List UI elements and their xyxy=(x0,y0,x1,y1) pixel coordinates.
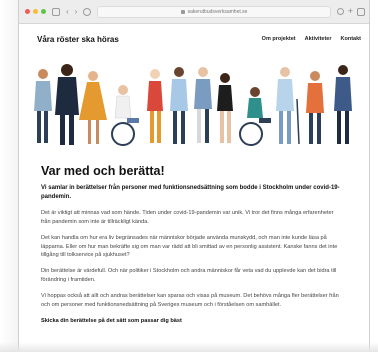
site-header: Våra röster ska höras Om projektet Aktiv… xyxy=(19,24,369,54)
article-paragraph: Det kan handla om hur era liv begränsade… xyxy=(41,235,338,258)
window-controls xyxy=(25,9,46,14)
browser-toolbar: ‹ › sakerutbudsverksamhet.se + xyxy=(19,0,369,24)
share-icon[interactable] xyxy=(336,8,344,15)
main-nav: Om projektet Aktiviteter Kontakt xyxy=(262,36,361,42)
hero-illustration-people xyxy=(34,64,352,146)
address-bar[interactable]: sakerutbudsverksamhet.se xyxy=(97,5,331,18)
close-window-button[interactable] xyxy=(25,9,30,14)
article-lede: Vi samlar in berättelser från personer m… xyxy=(41,185,340,200)
screen-edge-shadow xyxy=(0,0,18,352)
lock-icon xyxy=(180,9,185,14)
article: Var med och berätta! Vi samlar in berätt… xyxy=(41,156,341,324)
address-bar-url: sakerutbudsverksamhet.se xyxy=(187,8,248,15)
privacy-shield-icon[interactable] xyxy=(83,7,92,16)
person-in-wheelchair-figure xyxy=(239,87,271,146)
article-subheading: Skicka din berättelse på det sätt som pa… xyxy=(41,317,182,324)
forward-icon[interactable]: › xyxy=(75,7,78,16)
article-paragraph: Vi hoppas också att allt och andras berä… xyxy=(41,293,339,308)
nav-link-about[interactable]: Om projektet xyxy=(262,36,296,42)
tab-overview-icon[interactable] xyxy=(357,7,365,16)
zoom-window-button[interactable] xyxy=(41,9,46,14)
person-figure xyxy=(306,71,324,144)
person-figure xyxy=(55,64,79,145)
person-figure xyxy=(79,71,107,144)
site-title[interactable]: Våra röster ska höras xyxy=(37,35,119,44)
person-in-wheelchair-figure xyxy=(111,85,139,146)
person-figure xyxy=(147,69,163,143)
browser-window: ‹ › sakerutbudsverksamhet.se + Våra röst… xyxy=(18,0,370,352)
toolbar-actions: + xyxy=(336,7,365,16)
sidebar-toggle-icon[interactable] xyxy=(52,7,60,16)
minimize-window-button[interactable] xyxy=(33,9,38,14)
page-title: Var med och berätta! xyxy=(41,164,165,178)
person-figure xyxy=(217,73,233,143)
person-figure xyxy=(34,69,52,143)
new-tab-icon[interactable]: + xyxy=(348,7,353,16)
nav-link-contact[interactable]: Kontakt xyxy=(341,36,361,42)
person-figure xyxy=(334,65,352,144)
person-figure xyxy=(276,67,300,145)
back-icon[interactable]: ‹ xyxy=(66,7,69,16)
article-paragraph: Din berättelse är värdefull. Och när pol… xyxy=(41,268,337,283)
person-figure xyxy=(194,67,212,143)
nav-link-activities[interactable]: Aktiviteter xyxy=(305,36,332,42)
article-paragraph: Det är viktigt att minnas vad som hände.… xyxy=(41,210,334,225)
screen-edge-shadow xyxy=(0,342,378,352)
person-figure xyxy=(170,67,188,144)
